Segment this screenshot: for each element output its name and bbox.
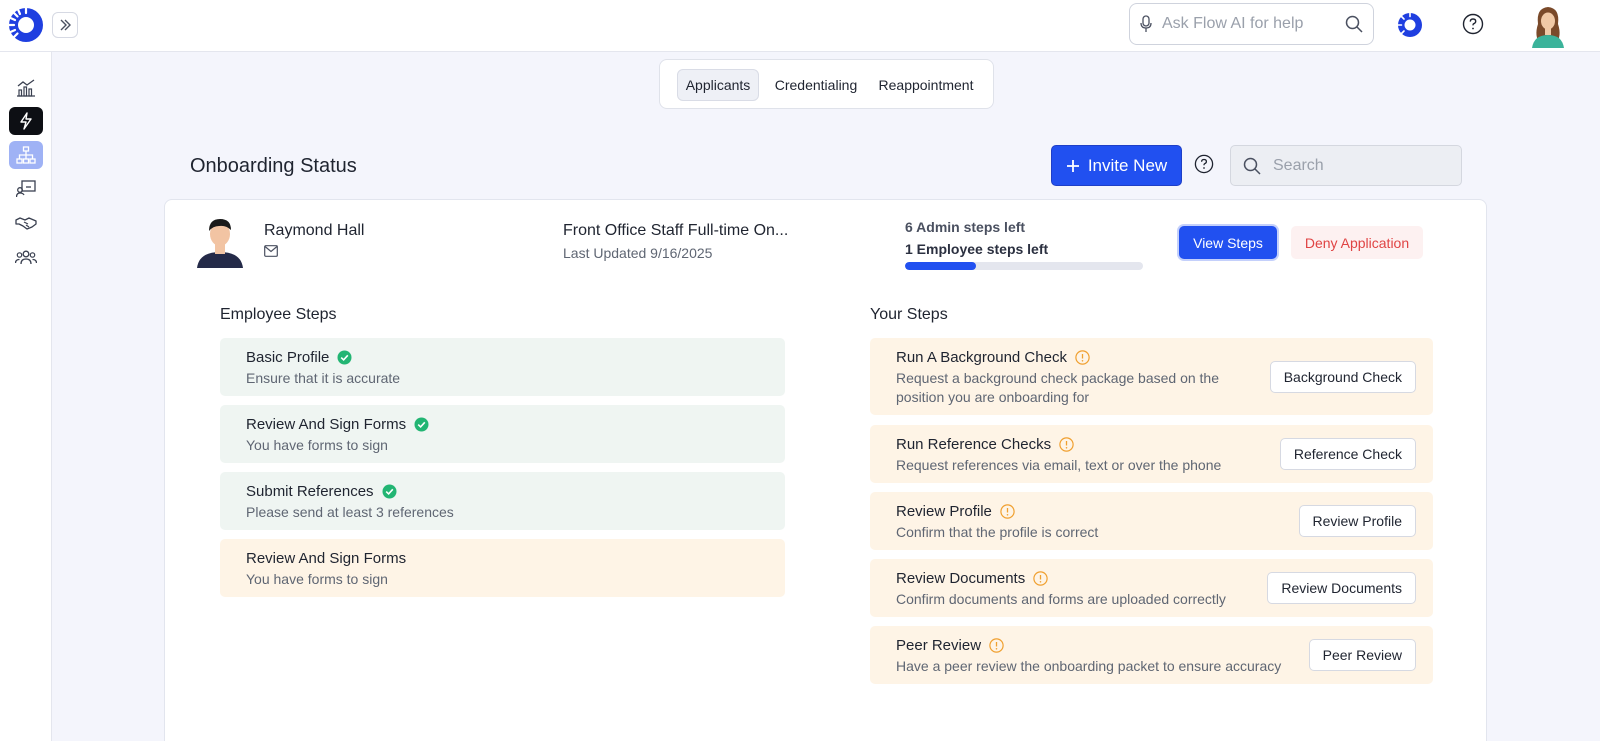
step-description: Please send at least 3 references [246, 504, 454, 520]
review-documents-button[interactable]: Review Documents [1267, 572, 1416, 604]
step-title: Review Profile [896, 503, 992, 520]
admin-step: Run Reference Checks Request references … [870, 425, 1433, 483]
admin-step: Run A Background Check Request a backgro… [870, 338, 1433, 415]
step-description: You have forms to sign [246, 437, 388, 453]
step-title: Basic Profile [246, 349, 330, 366]
user-avatar[interactable] [1528, 4, 1568, 48]
last-updated: Last Updated 9/16/2025 [563, 245, 713, 261]
sidebar-item-onboarding[interactable] [9, 141, 43, 169]
employee-step: Submit References Please send at least 3… [220, 472, 785, 530]
presenter-icon [16, 180, 36, 198]
step-title: Review Documents [896, 570, 1026, 587]
info-circle-icon [1059, 437, 1074, 452]
applicant-search[interactable] [1230, 145, 1462, 186]
progress-fill [905, 262, 977, 270]
step-description: Ensure that it is accurate [246, 370, 401, 386]
step-title: Submit References [246, 483, 374, 500]
check-circle-icon [382, 484, 397, 499]
applicant-card: Raymond Hall Front Office Staff Full-tim… [164, 199, 1487, 741]
check-circle-icon [337, 350, 352, 365]
step-title: Review And Sign Forms [246, 550, 407, 567]
step-title: Peer Review [896, 637, 982, 654]
position-title: Front Office Staff Full-time On... [563, 222, 789, 239]
org-chart-icon [16, 146, 36, 164]
sidebar-item-partners[interactable] [9, 209, 43, 237]
chevrons-right-icon [60, 19, 71, 31]
employee-avatar [197, 219, 243, 268]
step-description: position you are onboarding for [896, 389, 1090, 405]
ask-ai-search[interactable] [1129, 3, 1374, 45]
page-title: Onboarding Status [190, 155, 357, 177]
flow-ai-icon[interactable] [1397, 12, 1423, 38]
sidebar [0, 52, 52, 741]
users-icon [15, 250, 37, 265]
info-circle-icon [1075, 350, 1090, 365]
onboarding-progress-bar [905, 262, 1143, 270]
info-circle-icon [1000, 504, 1015, 519]
peer-review-button[interactable]: Peer Review [1308, 639, 1416, 671]
sidebar-item-analytics[interactable] [9, 74, 43, 102]
employee-step: Basic Profile Ensure that it is accurate [220, 338, 785, 396]
flow-logo-icon[interactable] [8, 7, 44, 43]
handshake-icon [15, 217, 37, 230]
mail-icon[interactable] [264, 245, 278, 257]
lightning-icon [20, 112, 32, 130]
expand-sidebar-button[interactable] [52, 12, 78, 38]
reference-check-button[interactable]: Reference Check [1279, 438, 1416, 470]
step-description: Request a background check package based… [896, 370, 1220, 386]
help-icon[interactable] [1194, 154, 1214, 174]
step-description: Confirm documents and forms are uploaded… [896, 591, 1226, 607]
admin-step: Peer Review Have a peer review the onboa… [870, 626, 1433, 684]
invite-new-label: Invite New [1087, 155, 1168, 175]
invite-new-button[interactable]: Invite New [1051, 145, 1182, 186]
tab-reappointment[interactable]: Reappointment [873, 69, 979, 101]
view-tabs: Applicants Credentialing Reappointment [659, 59, 994, 109]
step-title: Run Reference Checks [896, 436, 1052, 453]
check-circle-icon [414, 417, 429, 432]
step-description: Request references via email, text or ov… [896, 457, 1222, 473]
chart-icon [17, 79, 35, 97]
step-title: Review And Sign Forms [246, 416, 407, 433]
tab-credentialing[interactable]: Credentialing [767, 69, 865, 101]
search-input[interactable] [1273, 156, 1443, 175]
employee-step: Review And Sign Forms You have forms to … [220, 539, 785, 597]
ai-search-input[interactable] [1162, 15, 1345, 33]
admin-step: Review Documents Confirm documents and f… [870, 559, 1433, 617]
view-steps-button[interactable]: View Steps [1179, 226, 1277, 259]
applicant-name: Raymond Hall [264, 222, 365, 239]
info-circle-icon [989, 638, 1004, 653]
employee-steps-left: 1 Employee steps left [905, 241, 1049, 257]
step-description: You have forms to sign [246, 571, 388, 587]
search-icon[interactable] [1345, 15, 1363, 33]
your-steps-title: Your Steps [870, 306, 948, 323]
help-icon[interactable] [1462, 13, 1484, 35]
step-title: Run A Background Check [896, 349, 1067, 366]
info-circle-icon [1033, 571, 1048, 586]
background-check-button[interactable]: Background Check [1269, 360, 1416, 393]
step-description: Have a peer review the onboarding packet… [896, 658, 1282, 674]
search-icon [1243, 157, 1261, 175]
top-bar [0, 0, 1600, 52]
sidebar-item-team[interactable] [9, 243, 43, 271]
step-description: Confirm that the profile is correct [896, 524, 1099, 540]
admin-steps-left: 6 Admin steps left [905, 219, 1026, 235]
admin-step: Review Profile Confirm that the profile … [870, 492, 1433, 550]
sidebar-item-presentations[interactable] [9, 175, 43, 203]
sidebar-item-actions[interactable] [9, 107, 43, 135]
employee-step: Review And Sign Forms You have forms to … [220, 405, 785, 463]
plus-icon [1066, 159, 1079, 172]
tab-applicants[interactable]: Applicants [677, 69, 759, 101]
deny-application-button[interactable]: Deny Application [1291, 226, 1423, 259]
microphone-icon[interactable] [1140, 15, 1152, 33]
review-profile-button[interactable]: Review Profile [1298, 505, 1416, 537]
employee-steps-title: Employee Steps [220, 306, 337, 323]
